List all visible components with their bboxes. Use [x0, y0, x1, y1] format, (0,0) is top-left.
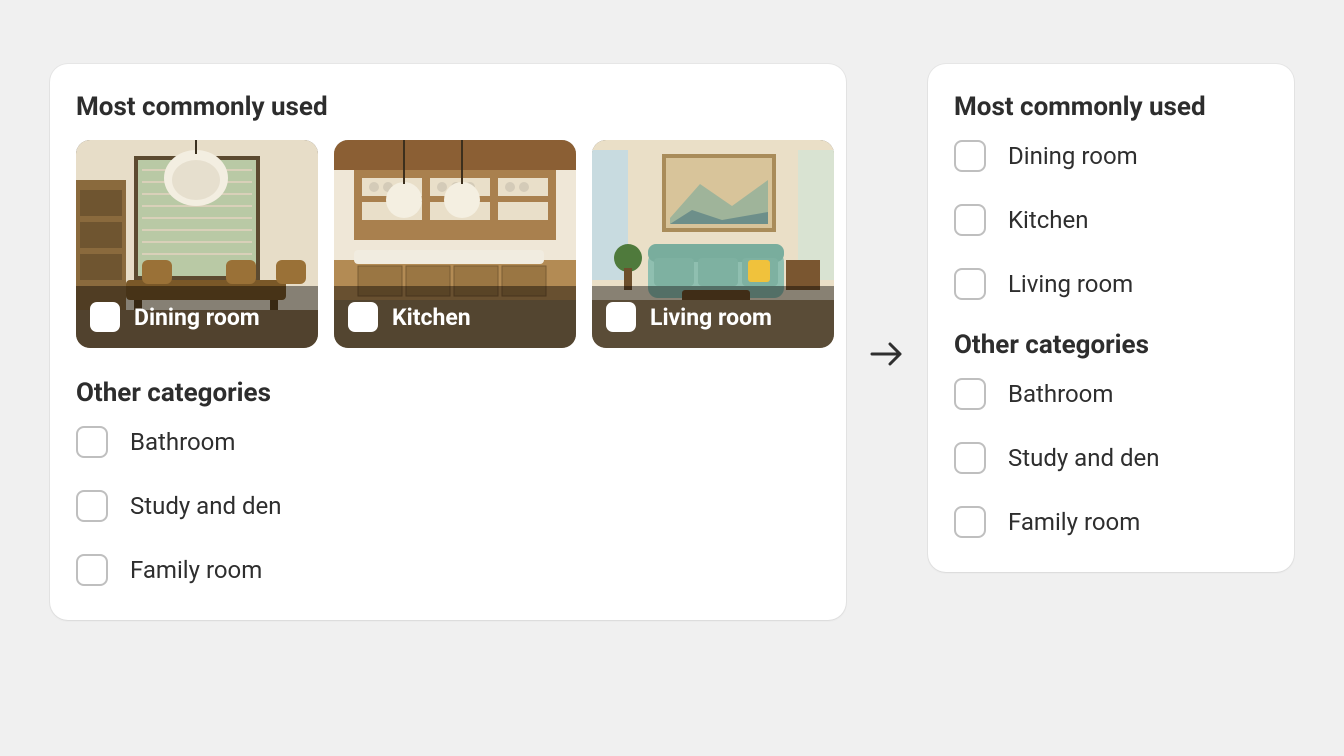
thumbnail-overlay: Living room	[592, 286, 834, 348]
checkbox-living-room[interactable]	[606, 302, 636, 332]
checkbox-bathroom[interactable]	[954, 378, 986, 410]
list-item-label: Kitchen	[1008, 206, 1089, 234]
section-title-other: Other categories	[954, 330, 1268, 360]
list-item-kitchen[interactable]: Kitchen	[954, 204, 1268, 236]
card-plain-list: Most commonly used Dining room Kitchen L…	[928, 64, 1294, 572]
other-categories-list: Bathroom Study and den Family room	[76, 426, 820, 586]
thumbnail-kitchen[interactable]: Kitchen	[334, 140, 576, 348]
list-item-label: Dining room	[1008, 142, 1138, 170]
list-item-study-and-den[interactable]: Study and den	[954, 442, 1268, 474]
checkbox-dining-room[interactable]	[90, 302, 120, 332]
list-item-bathroom[interactable]: Bathroom	[954, 378, 1268, 410]
list-item-label: Bathroom	[130, 428, 235, 456]
thumbnail-row: Dining room	[76, 140, 820, 348]
section-title-other: Other categories	[76, 378, 820, 408]
section-title-common: Most commonly used	[76, 92, 820, 122]
thumbnail-label: Dining room	[134, 304, 260, 331]
checkbox-study-and-den[interactable]	[954, 442, 986, 474]
list-item-family-room[interactable]: Family room	[954, 506, 1268, 538]
card-with-thumbnails: Most commonly used	[50, 64, 846, 620]
list-item-label: Family room	[130, 556, 262, 584]
checkbox-study-and-den[interactable]	[76, 490, 108, 522]
list-item-label: Family room	[1008, 508, 1140, 536]
section-title-common: Most commonly used	[954, 92, 1268, 122]
arrow-icon	[870, 64, 904, 644]
checkbox-family-room[interactable]	[954, 506, 986, 538]
list-item-study-and-den[interactable]: Study and den	[76, 490, 820, 522]
list-item-bathroom[interactable]: Bathroom	[76, 426, 820, 458]
list-item-family-room[interactable]: Family room	[76, 554, 820, 586]
thumbnail-dining-room[interactable]: Dining room	[76, 140, 318, 348]
checkbox-bathroom[interactable]	[76, 426, 108, 458]
thumbnail-overlay: Dining room	[76, 286, 318, 348]
checkbox-kitchen[interactable]	[954, 204, 986, 236]
other-categories-list: Bathroom Study and den Family room	[954, 378, 1268, 538]
list-item-dining-room[interactable]: Dining room	[954, 140, 1268, 172]
checkbox-living-room[interactable]	[954, 268, 986, 300]
thumbnail-living-room[interactable]: Living room	[592, 140, 834, 348]
list-item-label: Bathroom	[1008, 380, 1113, 408]
common-categories-list: Dining room Kitchen Living room	[954, 140, 1268, 300]
list-item-label: Study and den	[130, 492, 282, 520]
checkbox-family-room[interactable]	[76, 554, 108, 586]
thumbnail-label: Living room	[650, 304, 772, 331]
thumbnail-label: Kitchen	[392, 304, 471, 331]
list-item-living-room[interactable]: Living room	[954, 268, 1268, 300]
thumbnail-overlay: Kitchen	[334, 286, 576, 348]
list-item-label: Study and den	[1008, 444, 1160, 472]
checkbox-kitchen[interactable]	[348, 302, 378, 332]
list-item-label: Living room	[1008, 270, 1133, 298]
checkbox-dining-room[interactable]	[954, 140, 986, 172]
